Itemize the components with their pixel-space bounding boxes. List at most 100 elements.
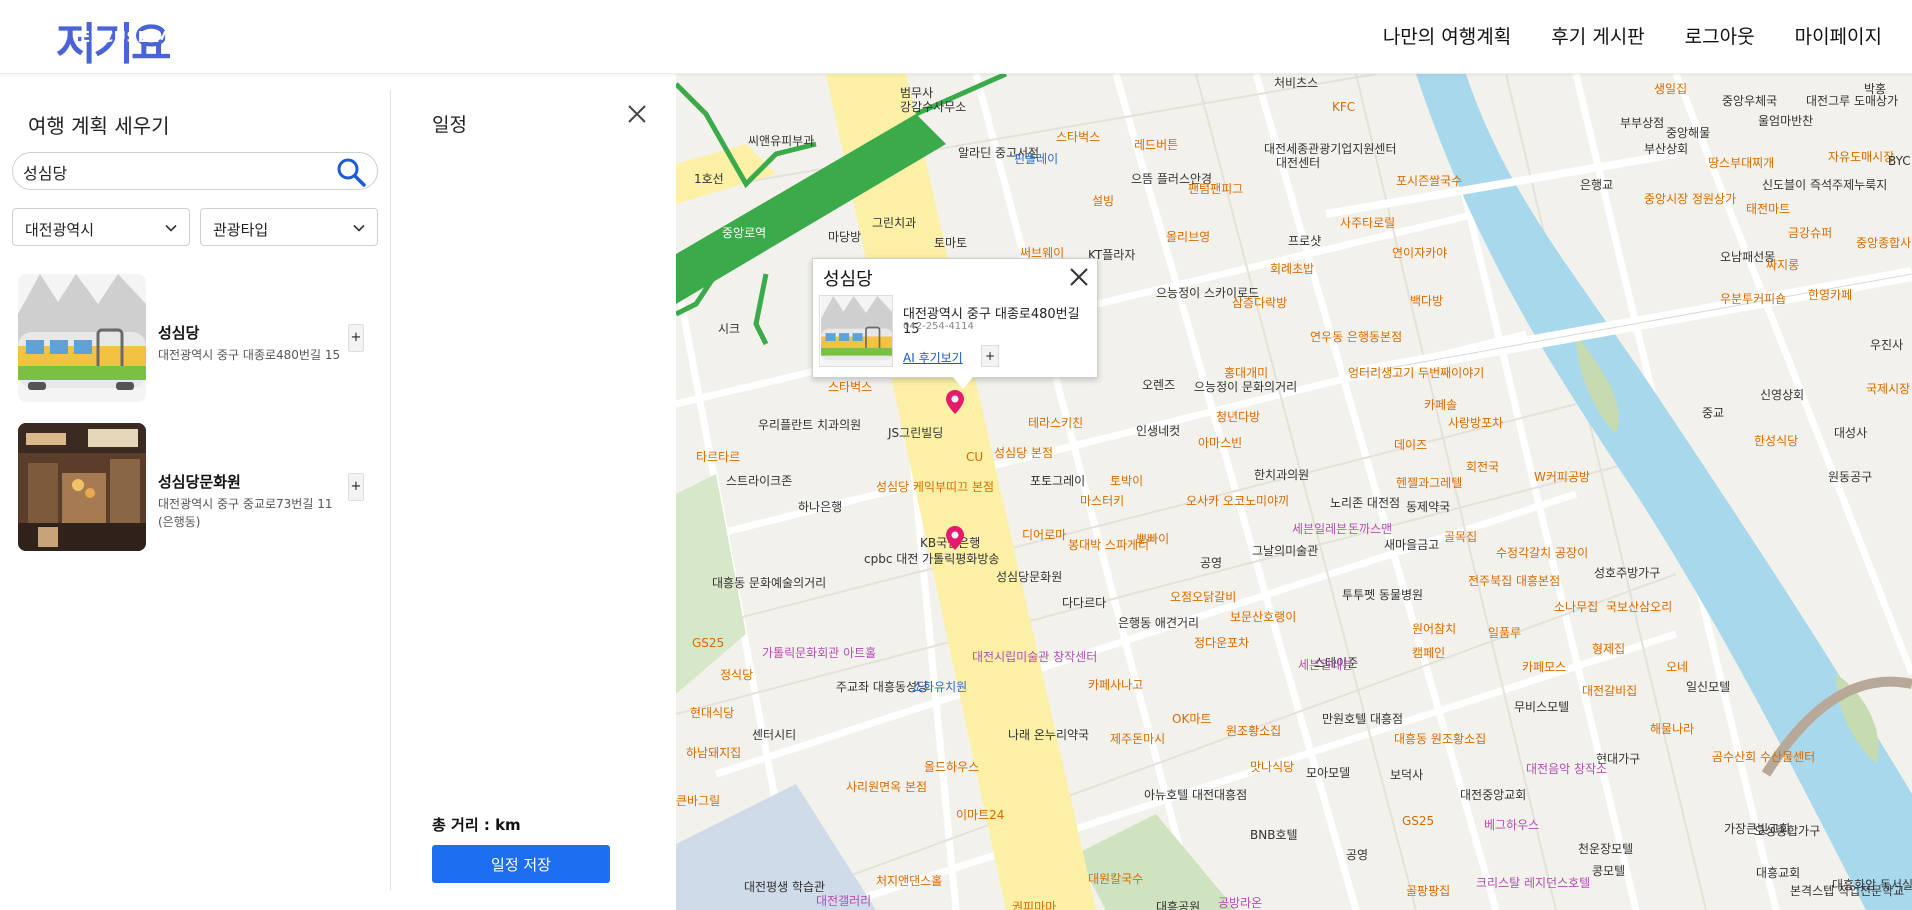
- map-label: 큰바그릴: [676, 794, 721, 808]
- place-info-popup: 성심당 대전광역시 중구 대종로480번길 15 042-254-4114 AI…: [812, 258, 1098, 389]
- map-label: 삼층다락방: [1232, 296, 1288, 310]
- map-label: 토박이: [1110, 474, 1144, 488]
- nav-logout[interactable]: 로그아웃: [1685, 22, 1755, 49]
- map-label: 노리존 대전점: [1330, 496, 1401, 510]
- search-input[interactable]: [23, 161, 323, 183]
- search-result-item[interactable]: 성심당문화원 대전광역시 중구 중교로73번길 11 (은행동) +: [18, 423, 378, 553]
- map-label: 하나은행: [798, 500, 843, 514]
- map-label: 뽀빠이: [1136, 532, 1170, 546]
- nav-mypage[interactable]: 마이페이지: [1795, 22, 1882, 49]
- map-label: 울엄마반찬: [1758, 114, 1814, 128]
- map-label: 처비츠스: [1274, 76, 1319, 90]
- location-pin-icon[interactable]: [946, 390, 964, 414]
- map-label: 디어로마: [1022, 528, 1067, 542]
- nav-review-board[interactable]: 후기 게시판: [1551, 22, 1644, 49]
- map-label: BYC: [1888, 154, 1911, 168]
- map-label: 올리브영: [1166, 230, 1211, 244]
- map-label: 부부상점: [1620, 116, 1665, 130]
- map-label: GS25: [692, 636, 725, 650]
- map-label: 원어참치: [1412, 622, 1457, 636]
- map-label: 모아모델: [1306, 766, 1351, 780]
- map-label: 엉터리생고기 두번째이야기: [1348, 366, 1485, 380]
- map-label: 공방라온: [1218, 896, 1263, 910]
- map-label: 한성식당: [1754, 434, 1799, 448]
- result-address: 대전광역시 중구 중교로73번길 11 (은행동): [158, 497, 333, 529]
- map-label: KFC: [1332, 100, 1356, 114]
- add-to-schedule-button[interactable]: +: [348, 324, 364, 352]
- nav-my-travel-plan[interactable]: 나만의 여행계획: [1383, 22, 1511, 49]
- map-label: W커피공방: [1534, 470, 1591, 484]
- map-label: 스타벅스: [1056, 130, 1101, 144]
- map-label: 권피마마: [1012, 900, 1057, 910]
- map-label: 연우동 은행동본점: [1310, 330, 1403, 344]
- map-label: 연이자카야: [1392, 246, 1448, 260]
- search-result-item[interactable]: 성심당 대전광역시 중구 대종로480번길 15 +: [18, 274, 378, 404]
- map-label: 소화유치원: [912, 680, 968, 694]
- map-label: 대전갈비집: [1582, 684, 1638, 698]
- site-logo[interactable]: 저기요 EXCUSE ME: [56, 12, 206, 70]
- close-icon[interactable]: [1069, 267, 1089, 287]
- map-label: 카페사나고: [1088, 678, 1144, 692]
- map-label: 세븐일레븐: [1298, 658, 1354, 672]
- map-label: 중앙우체국: [1722, 94, 1778, 108]
- map-label: JS그린빌딩: [888, 426, 944, 440]
- save-schedule-button[interactable]: 일정 저장: [432, 845, 610, 883]
- map-label: cpbc 대전 가톨릭평화방송: [864, 552, 1000, 566]
- map-label: 형제집: [1592, 642, 1626, 656]
- map-label: 사주타로릴: [1340, 216, 1396, 230]
- popup-add-button[interactable]: +: [981, 345, 999, 367]
- map-label: 오성종합가구: [1754, 824, 1821, 838]
- map-label: 포시즌쌀국수: [1396, 174, 1463, 188]
- map-label: 사리원면옥 본점: [846, 780, 928, 794]
- map-label: 다다르다: [1062, 596, 1107, 610]
- map-label: OK마트: [1172, 712, 1212, 726]
- map-label: 성심당 케익부띠끄 본점: [876, 480, 995, 494]
- add-to-schedule-button[interactable]: +: [348, 473, 364, 501]
- map-label: 국보산삼오리: [1606, 600, 1673, 614]
- map-label: 우진사: [1870, 338, 1904, 352]
- map-label: 천운장모텔: [1578, 842, 1634, 856]
- map-label: 백다방: [1410, 294, 1444, 308]
- map-label: 캠페인: [1412, 646, 1446, 660]
- map-label: 대흥화암 독서실: [1832, 878, 1912, 892]
- region-select[interactable]: 대전광역시: [12, 208, 190, 246]
- map-label: 대전음악 창작소: [1526, 762, 1608, 776]
- map-label: 투투펫 동물병원: [1342, 588, 1424, 602]
- map-label: 골목집: [1444, 530, 1478, 544]
- map-label: 씨앤유피부과: [748, 134, 815, 148]
- map-label: 대성사: [1834, 426, 1868, 440]
- map-label: 그린치과: [872, 216, 917, 230]
- map-label: 처지앤댄스홀: [876, 874, 943, 888]
- map-label: 우리플란트 치과의원: [758, 418, 862, 432]
- tour-type-select-value: 관광타입: [213, 221, 269, 239]
- map-label: 1호선: [694, 172, 724, 186]
- chevron-down-icon: [165, 224, 177, 232]
- map-label: 레드버튼: [1134, 138, 1179, 152]
- map-label: 대전중앙교회: [1460, 788, 1527, 802]
- popup-title: 성심당: [823, 269, 873, 290]
- map-label: 정식당: [720, 668, 754, 682]
- tour-type-select[interactable]: 관광타입: [200, 208, 378, 246]
- map-label: 가톨릭문화회관 아트홀: [762, 646, 877, 660]
- map-label: 중앙로역: [722, 226, 767, 240]
- ai-review-link[interactable]: AI 후기보기: [903, 349, 963, 366]
- close-icon[interactable]: [627, 104, 647, 124]
- map-label: 성심당 본점: [994, 446, 1054, 460]
- location-pin-icon[interactable]: [946, 526, 964, 550]
- map-label: 금강슈퍼: [1788, 226, 1833, 240]
- map-label: 공영: [1346, 848, 1369, 862]
- map-label: 아뉴호텔 대전대흥점: [1144, 788, 1248, 802]
- panel-title: 여행 계획 세우기: [28, 114, 170, 138]
- map-label: 사랑방포차: [1448, 416, 1504, 430]
- map-label: 나래 온누리약국: [1008, 728, 1090, 742]
- map-label: 보덕사: [1390, 768, 1424, 782]
- map-view[interactable]: 1호선 중앙로역 범무사 강감수사무소 씨앤유피부과 알라딘 중고서점 핀플레이…: [676, 74, 1912, 910]
- search-icon[interactable]: [335, 157, 367, 187]
- popup-phone: 042-254-4114: [903, 321, 974, 332]
- map-label: 회례초밥: [1270, 262, 1315, 276]
- map-label: 보문산호랭이: [1230, 610, 1297, 624]
- map-label: 동제약국: [1406, 500, 1451, 514]
- map-label: 오렌즈: [1142, 378, 1176, 392]
- map-label: 맛나식당: [1250, 760, 1295, 774]
- map-label: 돈까스맨: [1348, 522, 1393, 536]
